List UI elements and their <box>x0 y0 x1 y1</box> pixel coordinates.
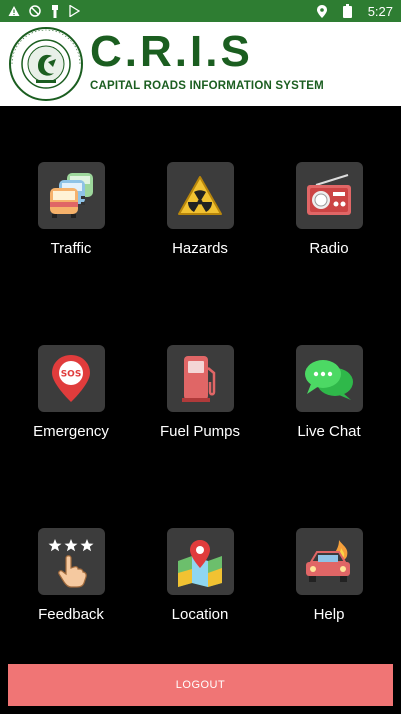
menu-label-radio: Radio <box>309 240 349 257</box>
menu-label-feedback: Feedback <box>38 606 104 623</box>
menu-item-location[interactable]: Location <box>135 528 265 623</box>
menu-item-fuel-pumps[interactable]: Fuel Pumps <box>135 345 265 440</box>
menu-label-hazards: Hazards <box>172 240 228 257</box>
app-title: C.R.I.S <box>90 27 253 76</box>
status-bar: 5:27 <box>0 0 401 22</box>
logout-button[interactable]: LOGOUT <box>8 664 393 706</box>
cda-logo <box>8 26 84 102</box>
feedback-icon <box>37 528 105 595</box>
menu-label-fuel-pumps: Fuel Pumps <box>159 423 241 440</box>
menu-label-emergency: Emergency <box>33 423 109 440</box>
menu-item-help[interactable]: Help <box>264 528 394 623</box>
menu-label-location: Location <box>171 606 229 623</box>
app-subtitle: CAPITAL ROADS INFORMATION SYSTEM <box>90 80 324 92</box>
sos-icon: SOS <box>37 345 105 412</box>
play-store-icon <box>69 5 80 17</box>
hazard-icon <box>166 162 234 229</box>
menu-item-feedback[interactable]: Feedback <box>6 528 136 623</box>
menu-label-traffic: Traffic <box>50 240 92 257</box>
fuel-pump-icon <box>166 345 234 412</box>
menu-label-help: Help <box>313 606 345 623</box>
app-header: C.R.I.S CAPITAL ROADS INFORMATION SYSTEM <box>0 22 401 106</box>
chat-icon <box>295 345 363 412</box>
usb-icon <box>50 4 60 18</box>
location-icon <box>316 4 327 18</box>
battery-icon <box>342 4 352 18</box>
menu-item-traffic[interactable]: Traffic <box>6 162 136 257</box>
menu-item-emergency[interactable]: SOS Emergency <box>6 345 136 440</box>
svg-text:SOS: SOS <box>61 369 82 379</box>
do-not-disturb-icon <box>29 5 41 17</box>
radio-icon <box>295 162 363 229</box>
map-pin-icon <box>166 528 234 595</box>
clock-time: 5:27 <box>367 3 393 19</box>
traffic-icon <box>37 162 105 229</box>
menu-label-live-chat: Live Chat <box>297 423 361 440</box>
menu-item-radio[interactable]: Radio <box>264 162 394 257</box>
menu-grid: Traffic Hazards Radio SOS Emergency Fuel… <box>0 106 401 662</box>
car-accident-icon <box>295 528 363 595</box>
warning-icon <box>8 5 20 17</box>
menu-item-live-chat[interactable]: Live Chat <box>264 345 394 440</box>
menu-item-hazards[interactable]: Hazards <box>135 162 265 257</box>
